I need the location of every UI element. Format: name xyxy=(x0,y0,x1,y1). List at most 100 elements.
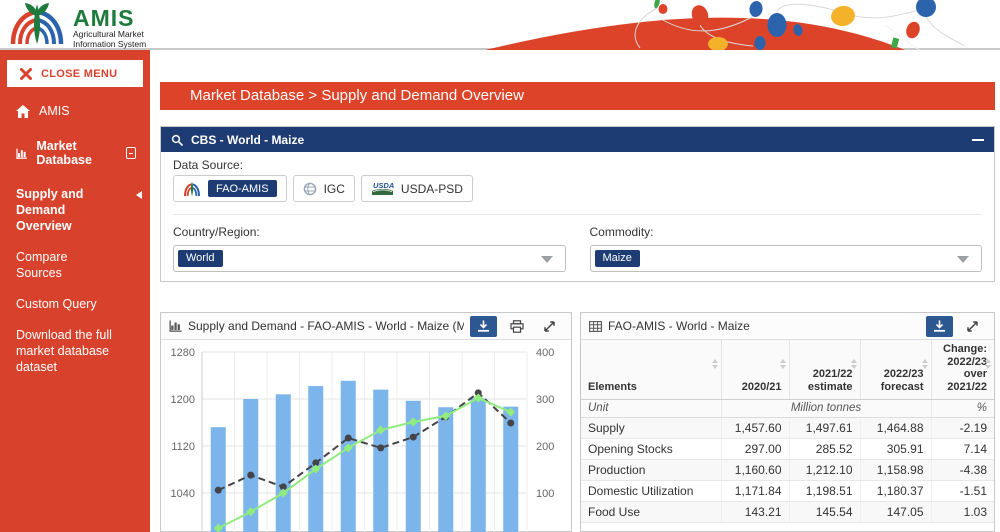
cell-element: Production xyxy=(581,460,721,481)
column-label: 2020/21 xyxy=(742,381,782,393)
chart-panel: Supply and Demand - FAO-AMIS - World - M… xyxy=(160,312,572,532)
cell-value: 1,212.10 xyxy=(789,460,860,481)
collapse-section-icon[interactable] xyxy=(126,147,136,159)
country-region-label: Country/Region: xyxy=(173,225,566,239)
cell-value: 1,457.60 xyxy=(721,418,789,439)
expand-button[interactable] xyxy=(959,316,986,337)
commodity-select[interactable]: Maize xyxy=(590,245,983,272)
cell-change: -4.38 xyxy=(931,460,994,481)
cell-element: Food Use xyxy=(581,502,721,523)
print-button[interactable] xyxy=(503,316,530,337)
filter-panel-header: CBS - World - Maize xyxy=(161,127,994,152)
sidebar-item-custom-query[interactable]: Custom Query xyxy=(0,296,150,312)
expand-icon xyxy=(966,320,979,333)
source-button-label: FAO-AMIS xyxy=(208,180,277,197)
sidebar-item-label: Custom Query xyxy=(16,297,97,311)
sort-icon xyxy=(780,359,786,369)
supply-demand-chart: 1280120011201040400300200100 xyxy=(161,340,571,532)
cell-value: 285.52 xyxy=(789,439,860,460)
filter-selects-row: Country/Region: World Commodity: Maize xyxy=(173,214,982,272)
table-panel: FAO-AMIS - World - Maize Elements 2020/2… xyxy=(580,312,995,532)
cell-value: 1,180.37 xyxy=(860,481,931,502)
brand-title: AMIS xyxy=(73,6,146,30)
sort-icon xyxy=(712,359,718,369)
filter-panel-title: CBS - World - Maize xyxy=(191,133,304,147)
cell-element: Supply xyxy=(581,418,721,439)
globe-icon xyxy=(303,182,317,196)
collapse-panel-icon[interactable] xyxy=(972,134,984,146)
source-button-igc[interactable]: IGC xyxy=(293,175,355,202)
cell-value: 297.00 xyxy=(721,439,789,460)
source-button-fao-amis[interactable]: FAO-AMIS xyxy=(173,175,287,202)
source-button-usda-psd[interactable]: USDA USDA-PSD xyxy=(361,175,473,202)
decorative-illustration xyxy=(455,0,1000,50)
cell-change: -2.19 xyxy=(931,418,994,439)
brand-subtitle-line2: Information System xyxy=(73,40,146,50)
search-icon xyxy=(171,134,183,146)
sidebar-item-supply-and-demand-overview[interactable]: Supply and Demand Overview xyxy=(0,186,150,234)
table-row: Production 1,160.60 1,212.10 1,158.98 -4… xyxy=(581,460,994,481)
filter-panel-body: Data Source: FAO-AMIS IGC xyxy=(161,152,994,272)
column-header-elements[interactable]: Elements xyxy=(581,340,721,400)
commodity-group: Commodity: Maize xyxy=(590,225,983,272)
sidebar-item-label: AMIS xyxy=(39,104,70,118)
cell-change: -1.51 xyxy=(931,481,994,502)
active-item-arrow-icon xyxy=(136,191,142,199)
cell-value: 1,198.51 xyxy=(789,481,860,502)
home-icon xyxy=(16,105,30,118)
table-row: Domestic Utilization 1,171.84 1,198.51 1… xyxy=(581,481,994,502)
sidebar-item-market-database[interactable]: Market Database xyxy=(0,139,150,167)
close-menu-label: CLOSE MENU xyxy=(41,68,117,80)
cell-value: 305.91 xyxy=(860,439,931,460)
sidebar-item-download-dataset[interactable]: Download the full market database datase… xyxy=(0,327,150,375)
source-button-label: IGC xyxy=(324,182,345,196)
column-header-2020-21[interactable]: 2020/21 xyxy=(721,340,789,400)
sidebar-item-compare-sources[interactable]: Compare Sources xyxy=(0,249,150,281)
country-region-value: World xyxy=(178,250,223,267)
amis-logo-icon xyxy=(8,2,66,46)
chevron-down-icon xyxy=(957,256,969,263)
cell-change: 1.03 xyxy=(931,502,994,523)
table-row: Supply 1,457.60 1,497.61 1,464.88 -2.19 xyxy=(581,418,994,439)
cell-change: 7.14 xyxy=(931,439,994,460)
unit-row: Unit Million tonnes % xyxy=(581,400,994,418)
chevron-down-icon xyxy=(541,256,553,263)
unit-label: Unit xyxy=(581,400,721,418)
cell-value: 1,160.60 xyxy=(721,460,789,481)
cell-value: 145.54 xyxy=(789,502,860,523)
close-icon xyxy=(20,68,32,80)
unit-change: % xyxy=(931,400,994,418)
svg-text:1200: 1200 xyxy=(171,394,195,406)
data-source-buttons: FAO-AMIS IGC USDA USDA-PSD xyxy=(173,175,982,202)
sidebar-item-label: Download the full market database datase… xyxy=(16,328,112,374)
column-label: Change: 2022/23 over 2021/22 xyxy=(943,343,987,393)
sidebar-item-amis[interactable]: AMIS xyxy=(0,104,150,118)
column-header-2022-23-forecast[interactable]: 2022/23 forecast xyxy=(860,340,931,400)
breadcrumb: Market Database > Supply and Demand Over… xyxy=(160,82,995,110)
svg-text:200: 200 xyxy=(536,441,554,453)
svg-text:1040: 1040 xyxy=(171,488,195,500)
close-menu-button[interactable]: CLOSE MENU xyxy=(7,60,143,87)
expand-button[interactable] xyxy=(536,316,563,337)
column-label: 2021/22 estimate xyxy=(808,368,853,393)
column-header-2021-22-estimate[interactable]: 2021/22 estimate xyxy=(789,340,860,400)
country-region-select[interactable]: World xyxy=(173,245,566,272)
app-logo[interactable]: AMIS Agricultural Market Information Sys… xyxy=(8,2,146,49)
top-header: AMIS Agricultural Market Information Sys… xyxy=(0,0,1000,50)
download-button[interactable] xyxy=(926,316,953,337)
country-region-group: Country/Region: World xyxy=(173,225,566,272)
download-icon xyxy=(933,320,946,332)
chart-panel-title: Supply and Demand - FAO-AMIS - World - M… xyxy=(188,319,464,333)
svg-text:300: 300 xyxy=(536,394,554,406)
data-source-label: Data Source: xyxy=(173,158,982,172)
table-header-row: Elements 2020/21 2021/22 estimate 2022/2… xyxy=(581,340,994,400)
cell-element: Opening Stocks xyxy=(581,439,721,460)
sidebar-item-label: Supply and Demand Overview xyxy=(16,187,83,233)
column-header-change[interactable]: Change: 2022/23 over 2021/22 xyxy=(931,340,994,400)
svg-text:1120: 1120 xyxy=(171,441,195,453)
sort-icon xyxy=(985,359,991,369)
download-button[interactable] xyxy=(470,316,497,337)
cell-value: 1,171.84 xyxy=(721,481,789,502)
cell-value: 1,158.98 xyxy=(860,460,931,481)
table-panel-header: FAO-AMIS - World - Maize xyxy=(581,313,994,340)
